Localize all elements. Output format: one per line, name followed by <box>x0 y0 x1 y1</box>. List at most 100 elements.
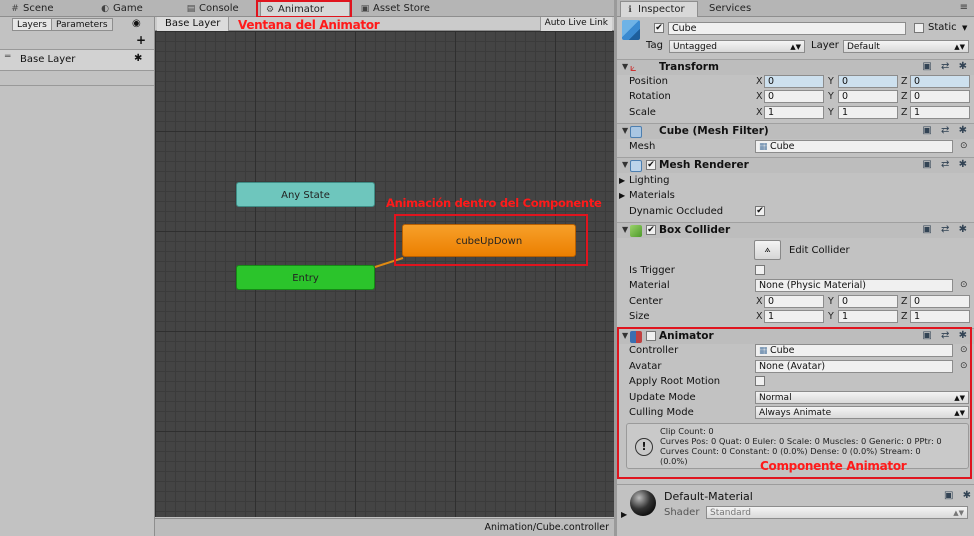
static-checkbox[interactable] <box>914 23 924 33</box>
tab-console[interactable]: ▤ Console <box>182 1 239 17</box>
tab-asset-store[interactable]: ▣ Asset Store <box>356 1 430 17</box>
cube-object-icon <box>622 20 640 40</box>
component-header-icons[interactable]: ▣ ⇄ ✱ <box>922 224 970 235</box>
dropdown-arrow-icon: ▲▼ <box>954 43 965 51</box>
position-z-field[interactable]: 0 <box>910 75 970 88</box>
layer-dropdown[interactable]: Default ▲▼ <box>843 40 969 53</box>
lighting-foldout[interactable]: Lighting <box>629 175 669 186</box>
object-active-checkbox[interactable]: ✔ <box>654 23 664 33</box>
state-any-state[interactable]: Any State <box>236 182 375 207</box>
tab-scene[interactable]: # Scene <box>6 1 53 17</box>
tab-inspector[interactable]: ℹ Inspector <box>620 1 698 17</box>
annotation-component-label: Componente Animator <box>760 459 907 473</box>
rotation-y-field[interactable]: 0 <box>838 90 898 103</box>
add-layer-button[interactable]: + <box>136 33 146 47</box>
collapse-icon[interactable]: ▼ <box>622 225 628 234</box>
dynamic-occluded-checkbox[interactable]: ✔ <box>755 206 765 216</box>
scale-y-field[interactable]: 1 <box>838 106 898 119</box>
inspector-tab-bar: ℹ Inspector Services ≡ <box>617 0 974 17</box>
size-label: Size <box>629 311 650 322</box>
z-label: Z <box>901 91 908 102</box>
center-x-field[interactable]: 0 <box>764 295 824 308</box>
material-header-icons[interactable]: ▣ ✱ <box>944 490 974 501</box>
x-label: X <box>756 91 763 102</box>
drag-handle-icon[interactable]: ═ <box>5 52 10 62</box>
layer-row-base[interactable]: ═ Base Layer ✱ <box>0 49 154 71</box>
rotation-x-field[interactable]: 0 <box>764 90 824 103</box>
collapse-icon[interactable]: ▼ <box>622 126 628 135</box>
breadcrumb[interactable]: Base Layer <box>157 17 230 31</box>
tab-layers[interactable]: Layers <box>12 18 52 31</box>
state-highlight <box>394 214 588 266</box>
animator-tab-highlight <box>256 0 352 18</box>
size-x-field[interactable]: 1 <box>764 310 824 323</box>
gear-icon[interactable]: ✱ <box>134 53 142 64</box>
static-dropdown-icon[interactable]: ▼ <box>962 24 967 32</box>
edit-collider-button[interactable]: ⟑ <box>754 240 781 260</box>
auto-live-link-button[interactable]: Auto Live Link <box>539 17 612 31</box>
dropdown-arrow-icon: ▲▼ <box>953 509 964 517</box>
annotation-window-label: Ventana del Animator <box>238 18 380 32</box>
transform-header[interactable]: ▼ ⟀ Transform ▣ ⇄ ✱ <box>617 59 974 75</box>
collapse-icon[interactable]: ▼ <box>622 62 628 71</box>
rotation-z-field[interactable]: 0 <box>910 90 970 103</box>
shader-dropdown[interactable]: Standard ▲▼ <box>706 506 968 519</box>
expand-icon[interactable]: ▶ <box>619 176 625 185</box>
tab-services[interactable]: Services <box>705 1 751 17</box>
game-icon: ◐ <box>101 4 109 14</box>
scale-label: Scale <box>629 107 656 118</box>
layer-name: Base Layer <box>20 54 76 65</box>
mesh-renderer-title: Mesh Renderer <box>659 159 749 171</box>
position-y-field[interactable]: 0 <box>838 75 898 88</box>
y-label: Y <box>828 296 834 307</box>
x-label: X <box>756 296 763 307</box>
dropdown-arrow-icon: ▲▼ <box>790 43 801 51</box>
component-header-icons[interactable]: ▣ ⇄ ✱ <box>922 159 970 170</box>
static-label: Static <box>928 22 957 33</box>
object-picker-icon[interactable]: ⊙ <box>960 280 968 290</box>
center-y-field[interactable]: 0 <box>838 295 898 308</box>
size-z-field[interactable]: 1 <box>910 310 970 323</box>
edit-collider-icon: ⟑ <box>764 244 771 255</box>
tag-label: Tag <box>646 40 663 51</box>
y-label: Y <box>828 311 834 322</box>
tab-parameters[interactable]: Parameters <box>51 18 113 31</box>
expand-icon[interactable]: ▶ <box>619 191 625 200</box>
transform-title: Transform <box>659 61 719 73</box>
expand-icon[interactable]: ▶ <box>621 510 627 519</box>
object-picker-icon[interactable]: ⊙ <box>960 141 968 151</box>
mesh-filter-header[interactable]: ▼ Cube (Mesh Filter) ▣ ⇄ ✱ <box>617 123 974 139</box>
box-collider-enabled-checkbox[interactable]: ✔ <box>646 225 656 235</box>
center-z-field[interactable]: 0 <box>910 295 970 308</box>
size-y-field[interactable]: 1 <box>838 310 898 323</box>
mesh-field[interactable]: ▦ Cube <box>755 140 953 153</box>
state-entry[interactable]: Entry <box>236 265 375 290</box>
box-collider-header[interactable]: ▼ ✔ Box Collider ▣ ⇄ ✱ <box>617 222 974 238</box>
info-icon: ℹ <box>628 5 632 15</box>
tab-game[interactable]: ◐ Game <box>96 1 143 17</box>
divider <box>0 85 154 86</box>
scale-x-field[interactable]: 1 <box>764 106 824 119</box>
panel-menu-icon[interactable]: ≡ <box>960 2 968 13</box>
materials-foldout[interactable]: Materials <box>629 190 675 201</box>
x-label: X <box>756 311 763 322</box>
scene-icon: # <box>11 4 19 14</box>
edit-collider-label: Edit Collider <box>789 245 850 256</box>
y-label: Y <box>828 76 834 87</box>
mesh-renderer-enabled-checkbox[interactable]: ✔ <box>646 160 656 170</box>
component-header-icons[interactable]: ▣ ⇄ ✱ <box>922 61 970 72</box>
object-name-field[interactable]: Cube <box>668 22 906 35</box>
mesh-renderer-header[interactable]: ▼ ✔ Mesh Renderer ▣ ⇄ ✱ <box>617 157 974 173</box>
is-trigger-checkbox[interactable] <box>755 265 765 275</box>
tag-dropdown[interactable]: Untagged ▲▼ <box>669 40 805 53</box>
collapse-icon[interactable]: ▼ <box>622 160 628 169</box>
eye-icon[interactable]: ◉ <box>132 18 141 29</box>
z-label: Z <box>901 311 908 322</box>
scale-z-field[interactable]: 1 <box>910 106 970 119</box>
position-x-field[interactable]: 0 <box>764 75 824 88</box>
physic-material-field[interactable]: None (Physic Material) <box>755 279 953 292</box>
component-header-icons[interactable]: ▣ ⇄ ✱ <box>922 125 970 136</box>
mesh-filter-title: Cube (Mesh Filter) <box>659 125 769 137</box>
y-label: Y <box>828 107 834 118</box>
graph-footer: Animation/Cube.controller <box>155 518 614 536</box>
